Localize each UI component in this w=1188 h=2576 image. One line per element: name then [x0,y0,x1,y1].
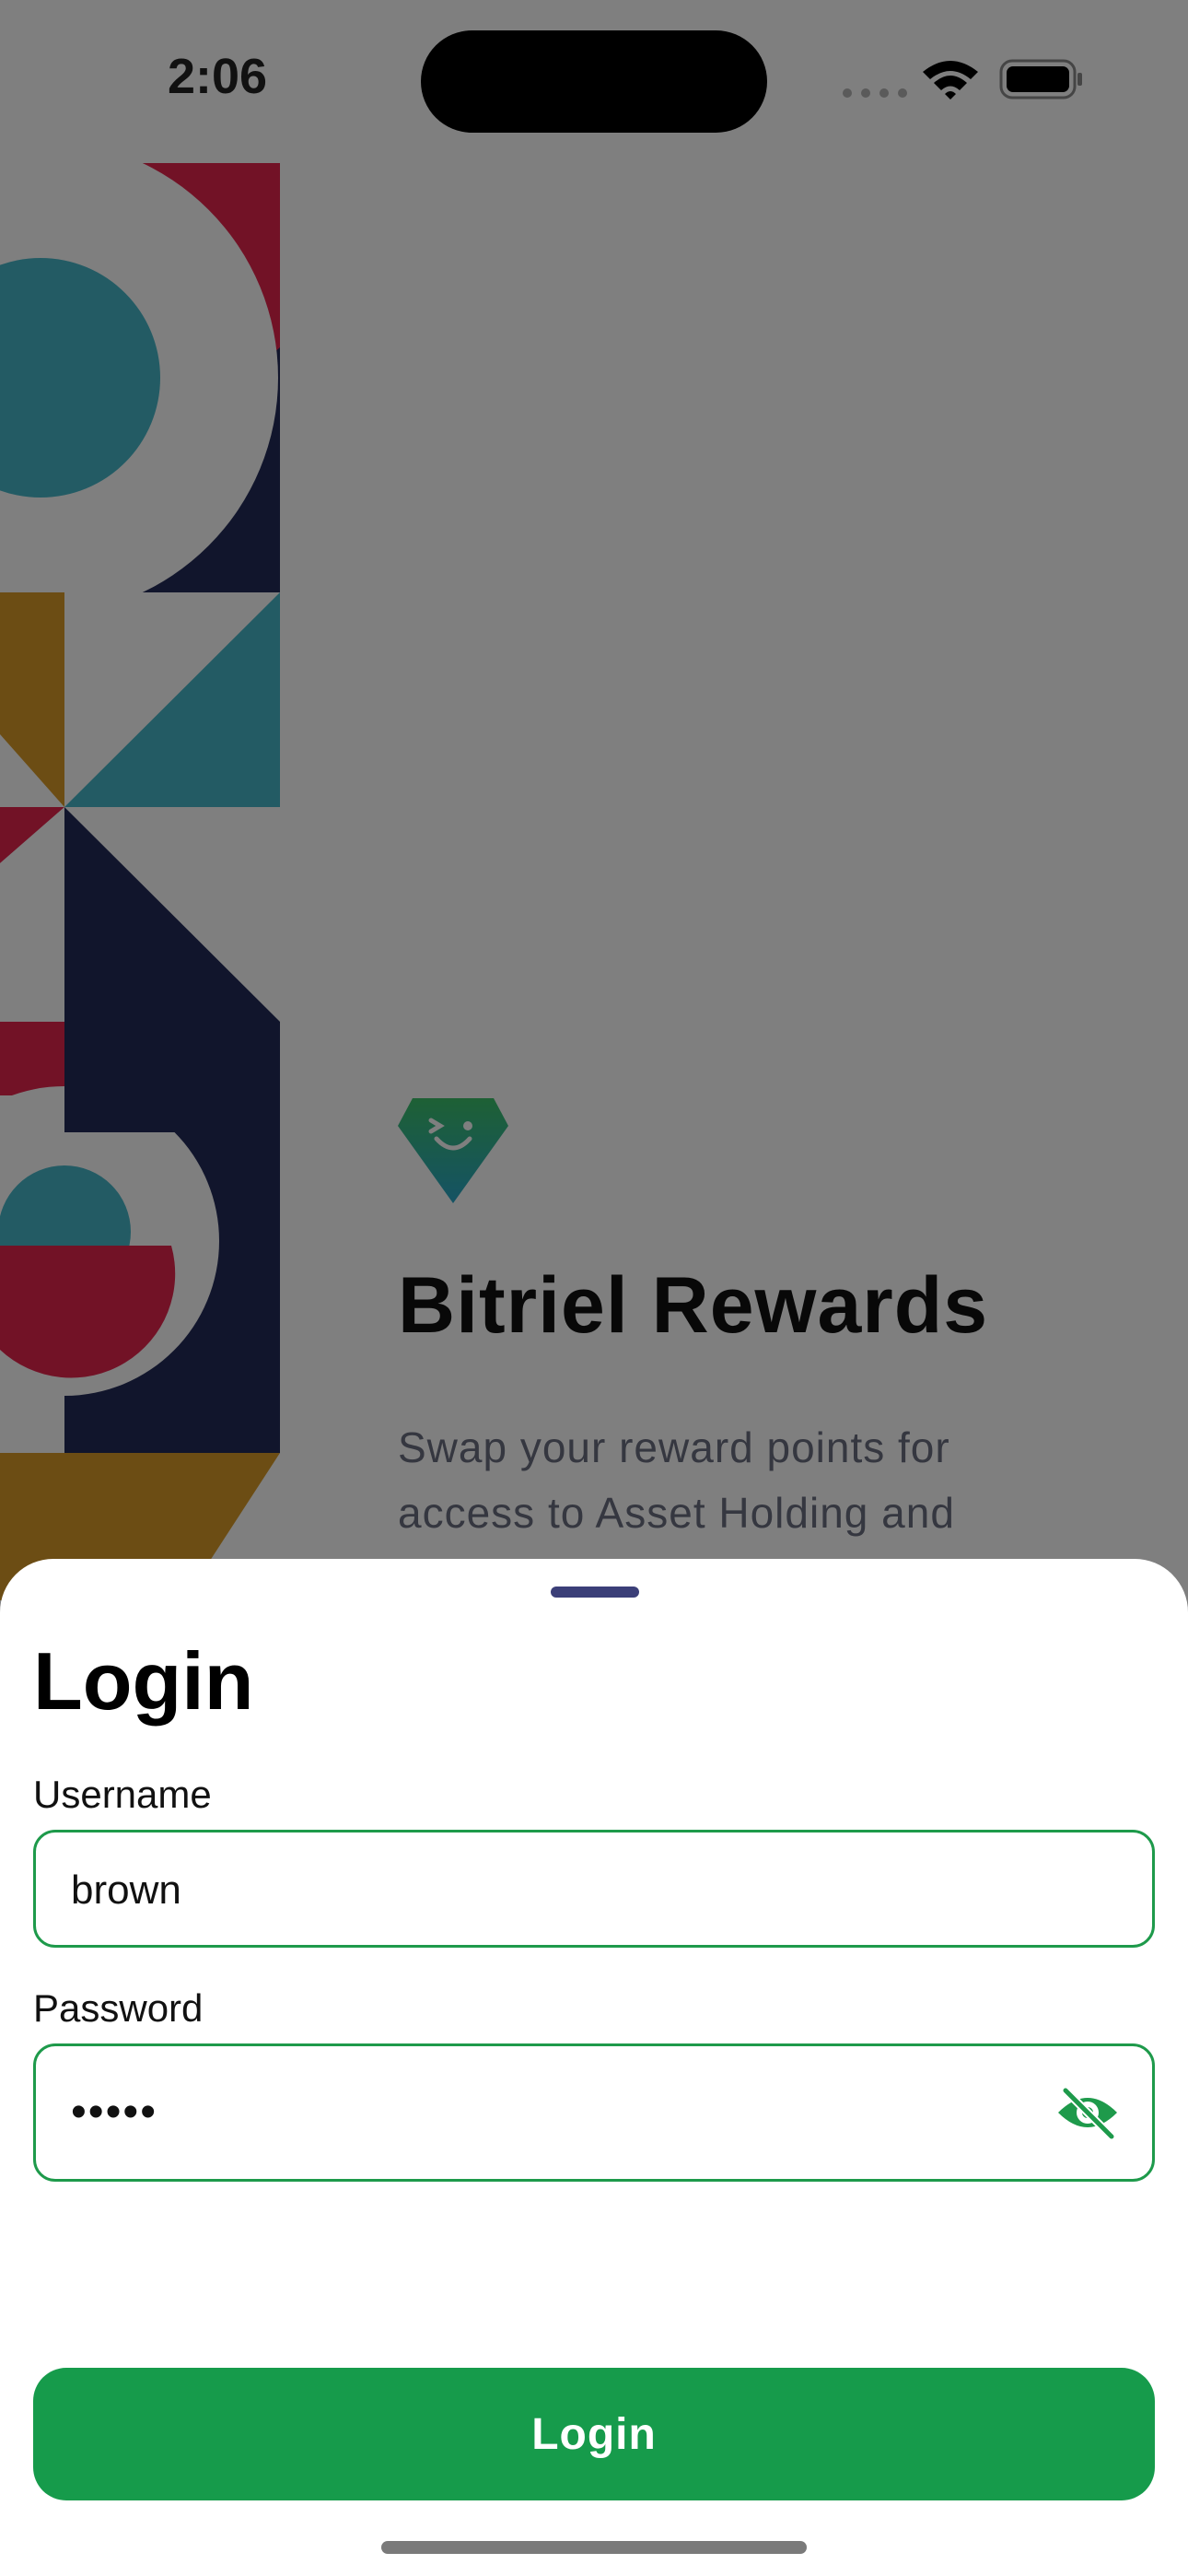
login-button[interactable]: Login [33,2368,1155,2500]
sheet-title: Login [33,1635,254,1727]
status-time: 2:06 [168,49,268,104]
home-indicator [381,2541,807,2554]
status-bar: 2:06 [0,0,1188,157]
username-label: Username [33,1773,212,1816]
password-label: Password [33,1986,204,2030]
login-bottom-sheet: Login Username brown Password ••••• Logi… [0,1559,1188,2576]
password-field[interactable]: ••••• [33,2043,1155,2182]
username-value: brown [71,1868,181,1913]
modal-scrim[interactable] [0,0,1188,1622]
eye-slash-icon[interactable] [1054,2085,1121,2141]
wifi-icon [921,57,980,100]
password-value: ••••• [71,2088,158,2137]
cellular-signal-icon [842,87,908,98]
username-field[interactable]: brown [33,1830,1155,1948]
sheet-grabber[interactable] [551,1587,639,1598]
dynamic-island [421,30,767,133]
battery-icon [999,59,1084,100]
login-screen: Bitriel Rewards Swap your reward points … [0,0,1188,2576]
